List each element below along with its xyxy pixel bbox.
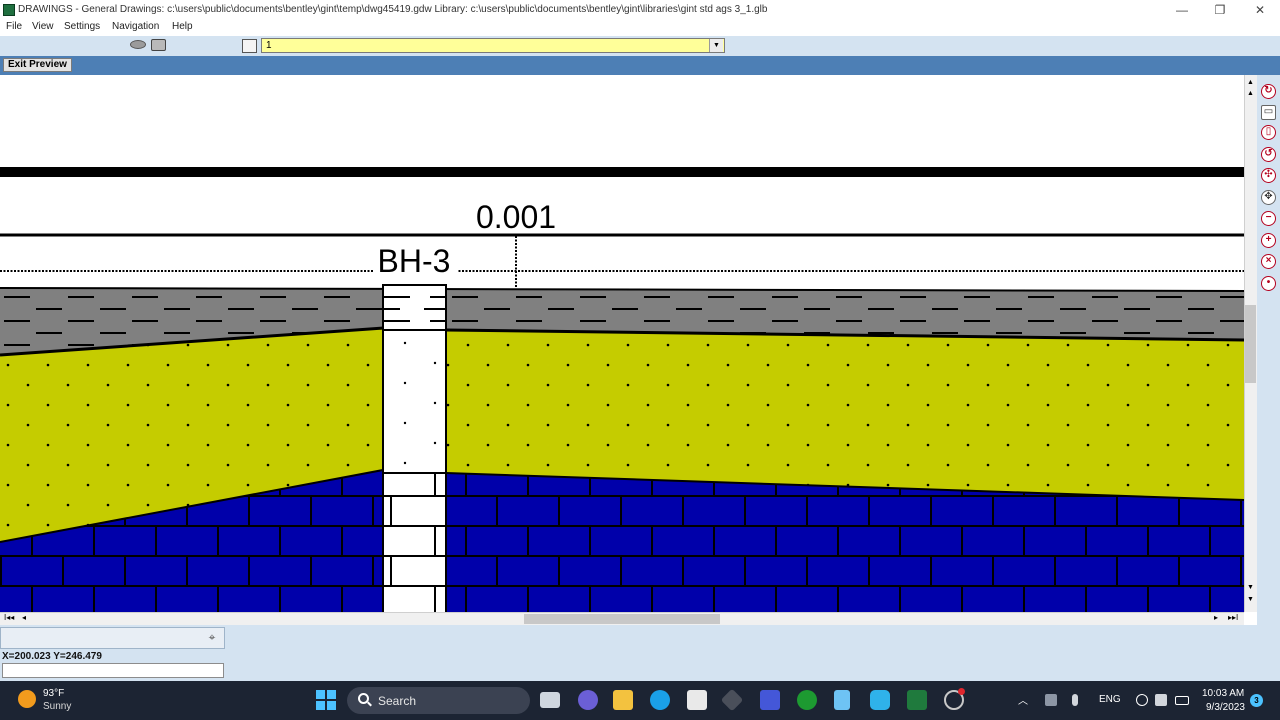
borehole-label: BH-3 [378,243,451,279]
cloud-icon[interactable] [1045,694,1057,706]
status-pin-icon[interactable]: ⌖ [205,630,219,644]
notification-badge[interactable]: 3 [1250,694,1263,707]
status-panel [0,627,225,649]
scroll-left-icon[interactable]: ◂ [22,613,26,622]
language-indicator[interactable]: ENG [1099,694,1121,705]
chevron-down-icon[interactable]: ▼ [709,39,723,52]
search-label: Search [378,694,417,708]
store-icon[interactable] [687,690,707,710]
window-title: DRAWINGS - General Drawings: c:\users\pu… [18,4,768,15]
menu-file[interactable]: File [6,21,22,32]
weather-temperature[interactable]: 93°F [43,688,64,699]
menu-navigation[interactable]: Navigation [112,21,159,32]
page-select-icon[interactable] [242,39,257,53]
borehole-clay [383,285,446,330]
network-globe-icon[interactable] [1136,694,1148,706]
scroll-top-icon[interactable]: ▲ [1245,78,1256,88]
zoom-in-icon[interactable]: + [1261,233,1276,248]
zoom-pan-icon[interactable]: ✥ [1261,190,1276,205]
zoom-out-icon[interactable]: − [1261,211,1276,226]
zoom-cancel-icon[interactable]: × [1261,254,1276,269]
zoom-page-icon[interactable]: ▯ [1261,125,1276,140]
gint-app-icon[interactable] [907,690,927,710]
windows-taskbar [0,681,1280,720]
command-input[interactable] [2,663,224,678]
preview-bar [0,56,1280,75]
exit-preview-button[interactable]: Exit Preview [3,58,72,72]
ellipse-tool-icon[interactable] [130,40,146,49]
cross-section-drawing: 0.001 BH-3 [0,167,1244,612]
coordinate-readout: X=200.023 Y=246.479 [2,651,102,662]
app-icon [3,4,15,16]
elevation-label: 0.001 [476,199,556,235]
xbox-icon[interactable] [797,690,817,710]
zoom-all-icon[interactable]: ✣ [1261,168,1276,183]
scroll-first-icon[interactable]: I◂◂ [4,613,14,622]
close-button[interactable]: ✕ [1240,0,1280,20]
scroll-bottom-icon[interactable]: ▼ [1245,595,1256,605]
zoom-point-icon[interactable]: • [1261,276,1276,291]
task-view-icon[interactable] [540,692,560,708]
scroll-up-icon[interactable]: ▲ [1245,89,1256,99]
zoom-window-icon[interactable]: ▭ [1261,105,1276,120]
edge-browser-icon[interactable] [650,690,670,710]
app-chat-icon[interactable] [870,690,890,710]
scroll-right-icon[interactable]: ▸ [1214,613,1218,622]
teams-chat-icon[interactable] [578,690,598,710]
clock-date[interactable]: 9/3/2023 [1206,702,1245,713]
microphone-icon[interactable] [1072,694,1078,706]
zoom-previous-icon[interactable]: ↺ [1261,147,1276,162]
weather-sun-icon[interactable] [18,690,36,708]
minimize-button[interactable]: — [1162,0,1202,20]
file-explorer-icon[interactable] [613,690,633,710]
weather-condition[interactable]: Sunny [43,701,71,712]
zoom-refresh-icon[interactable]: ↻ [1261,84,1276,99]
menu-help[interactable]: Help [172,21,193,32]
start-icon[interactable] [316,690,336,710]
horizontal-scroll-thumb[interactable] [524,614,720,624]
borehole-sand [383,330,446,473]
title-band [0,167,1244,177]
clock-time[interactable]: 10:03 AM [1202,688,1244,699]
menu-view[interactable]: View [32,21,54,32]
notepad-icon[interactable] [834,690,850,710]
drawing-canvas[interactable]: 0.001 BH-3 [0,75,1244,612]
vertical-scroll-thumb[interactable] [1245,305,1256,383]
app-m-icon[interactable] [760,690,780,710]
battery-icon[interactable] [1175,696,1189,705]
borehole-rock [383,473,446,612]
page-number-select[interactable]: 1 [261,38,725,53]
taskbar-search-box[interactable] [347,687,530,714]
scroll-down-icon[interactable]: ▼ [1245,583,1256,593]
printer-icon[interactable] [151,39,166,51]
menu-settings[interactable]: Settings [64,21,100,32]
maximize-button[interactable]: ❐ [1200,0,1240,20]
volume-icon[interactable] [1155,694,1167,706]
scroll-last-icon[interactable]: ▸▸I [1228,613,1238,622]
app-badge-icon [958,688,965,695]
tray-overflow-icon[interactable]: ︿ [1018,692,1028,707]
